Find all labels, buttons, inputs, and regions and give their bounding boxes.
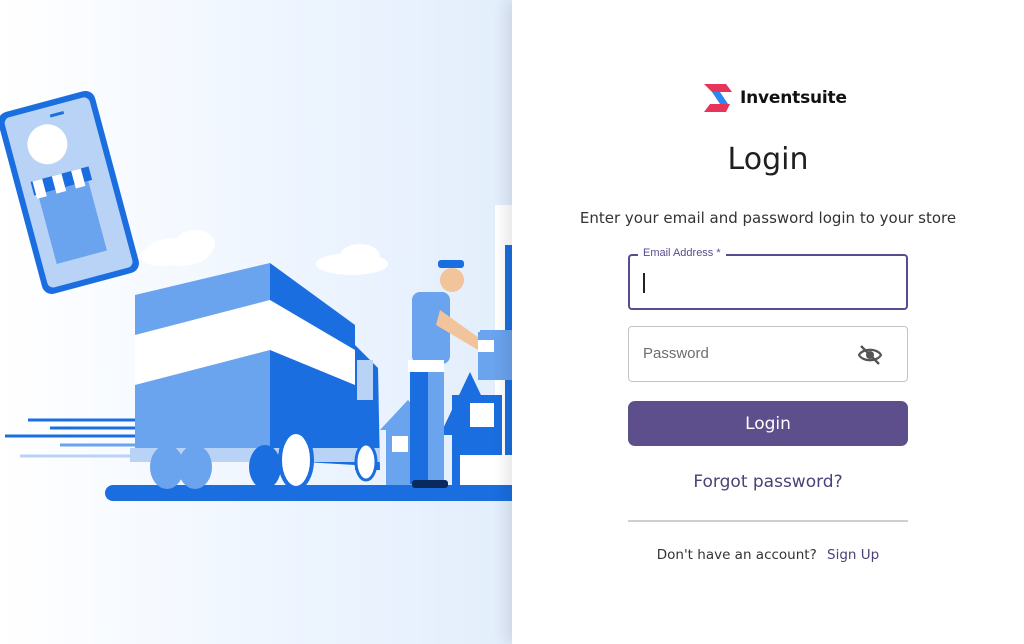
signup-prompt: Don't have an account?: [656, 547, 817, 563]
delivery-illustration: [0, 90, 512, 501]
divider: [628, 520, 908, 522]
delivery-truck: [130, 263, 380, 490]
email-input[interactable]: [642, 270, 892, 294]
brand: Inventsuite: [700, 80, 847, 116]
speed-lines: [5, 418, 135, 458]
login-button[interactable]: Login: [628, 401, 908, 446]
text-caret: [643, 273, 645, 293]
brand-name: Inventsuite: [740, 88, 847, 108]
email-field[interactable]: Email Address *: [628, 247, 908, 310]
login-panel: Inventsuite Login Enter your email and p…: [512, 0, 1024, 644]
illustration-panel: [0, 0, 512, 644]
phone-icon: [0, 90, 139, 294]
page-title: Login: [727, 142, 809, 177]
email-field-label: Email Address *: [638, 247, 726, 259]
page-subtitle: Enter your email and password login to y…: [579, 209, 957, 227]
signup-link[interactable]: Sign Up: [827, 547, 879, 563]
password-input[interactable]: [643, 341, 843, 365]
password-field[interactable]: [628, 326, 908, 382]
login-page: Inventsuite Login Enter your email and p…: [0, 0, 1024, 644]
cloud-right: [316, 244, 388, 275]
eye-off-icon[interactable]: [857, 343, 883, 367]
inventsuite-logo-icon: [700, 80, 736, 116]
cloud-left: [140, 230, 215, 266]
signup-prompt-line: Don't have an account? Sign Up: [512, 547, 1024, 563]
forgot-password-link[interactable]: Forgot password?: [512, 472, 1024, 492]
